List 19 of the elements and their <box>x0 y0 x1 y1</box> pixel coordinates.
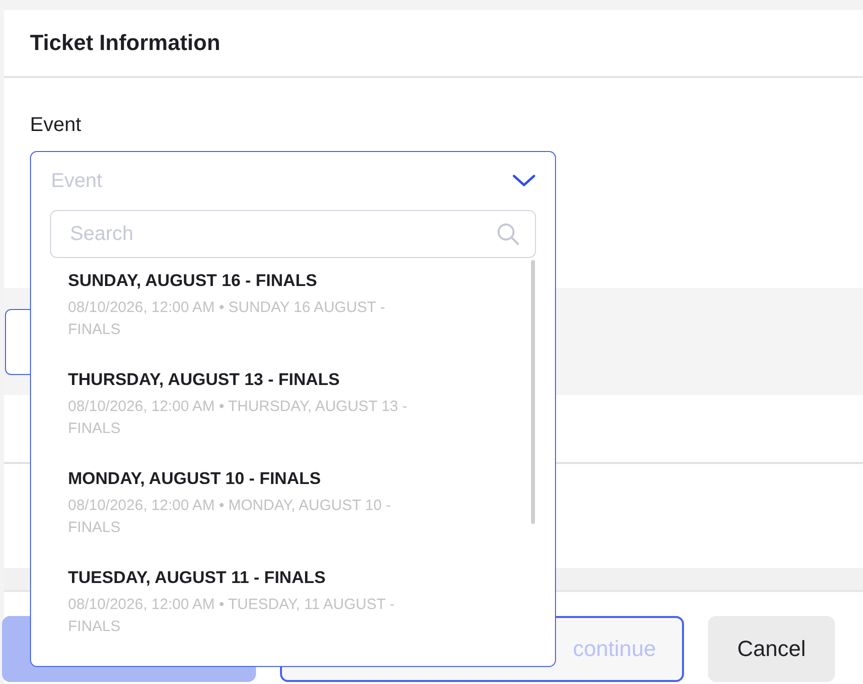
search-field[interactable]: Search <box>50 210 536 258</box>
option-subtitle: 08/10/2026, 12:00 AM • TUESDAY, 11 AUGUST - FINALS <box>68 595 396 637</box>
dropdown-option[interactable]: TUESDAY, AUGUST 11 - FINALS 08/10/2026, 12:00 AM • TUESDAY, 11 AUGUST - FINALS <box>31 567 555 666</box>
option-title: TUESDAY, AUGUST 11 - FINALS <box>68 567 327 589</box>
dropdown-option[interactable]: SUNDAY, AUGUST 16 - FINALS 08/10/2026, 12:00 AM • SUNDAY 16 AUGUST - FINALS <box>31 270 555 369</box>
field-label: Event <box>30 114 82 136</box>
option-subtitle: 08/10/2026, 12:00 AM • THURSDAY, AUGUST 13 - FINALS <box>68 397 408 439</box>
option-title: THURSDAY, AUGUST 13 - FINALS <box>68 369 341 391</box>
chevron-down-icon[interactable] <box>512 174 536 188</box>
option-title: MONDAY, AUGUST 10 - FINALS <box>68 468 322 490</box>
option-subtitle: 08/10/2026, 12:00 AM • MONDAY, AUGUST 10 - FINALS <box>68 496 392 538</box>
card-title: Ticket Information <box>30 30 220 56</box>
search-icon <box>496 222 520 246</box>
cancel-button[interactable]: Cancel <box>708 616 835 682</box>
dropdown-option[interactable]: THURSDAY, AUGUST 13 - FINALS 08/10/2026, 12:00 AM • THURSDAY, AUGUST 13 - FINALS <box>31 369 555 468</box>
dropdown-option[interactable]: MONDAY, AUGUST 10 - FINALS 08/10/2026, 12:00 AM • MONDAY, AUGUST 10 - FINALS <box>31 468 555 567</box>
option-subtitle: 08/10/2026, 12:00 AM • SUNDAY 16 AUGUST - FINALS <box>68 298 386 340</box>
option-title: SUNDAY, AUGUST 16 - FINALS <box>68 270 318 292</box>
scrollbar[interactable] <box>531 260 535 524</box>
